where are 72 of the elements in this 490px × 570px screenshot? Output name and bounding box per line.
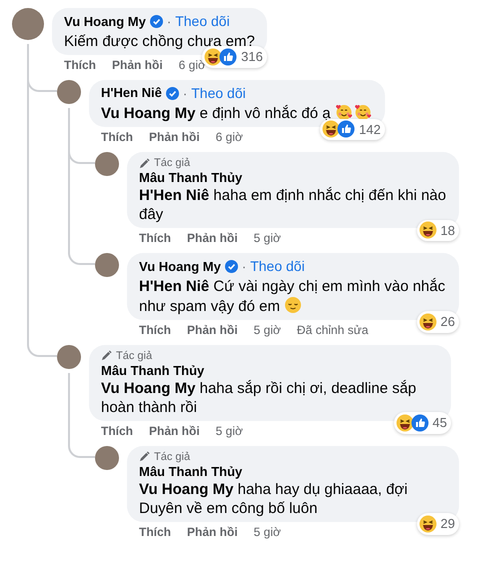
author-label: Tác giả [116,348,152,362]
timestamp[interactable]: 5 giờ [254,524,281,540]
timestamp[interactable]: 5 giờ [254,231,281,246]
action-link[interactable]: Thích [101,424,133,438]
action-link[interactable]: Thích [139,322,171,338]
author-name[interactable]: Vu Hoang My [64,14,146,30]
laughing-face-icon [418,221,437,240]
avatar[interactable] [57,344,81,368]
reaction-count: 142 [359,120,381,138]
author-name[interactable]: Mâu Thanh Thủy [101,362,204,378]
reaction-count: 18 [440,222,455,240]
reaction-summary[interactable]: 142 [320,118,385,140]
author-name[interactable]: Mâu Thanh Thủy [139,170,242,186]
follow-link[interactable]: Theo dõi [250,258,305,276]
smiling-face-with-hearts-icon [334,103,353,121]
laughing-face-icon [396,414,414,432]
mention-link[interactable]: Vu Hoang My [139,480,234,498]
thumbs-up-icon [410,414,429,432]
reaction-summary[interactable]: 29 [416,513,459,534]
avatar[interactable] [95,253,119,277]
pen-icon [139,451,150,462]
author-name[interactable]: H'Hen Niê [101,85,162,102]
reaction-summary[interactable]: 18 [416,220,459,241]
separator-dot: · [182,84,188,102]
separator-dot: · [166,13,172,31]
action-link[interactable]: Phản hồi [149,130,200,145]
author-name[interactable]: Vu Hoang My [139,258,221,275]
action-link[interactable]: Thích [139,231,171,246]
pen-icon [101,350,112,361]
thumbs-up-icon [219,48,238,66]
author-name[interactable]: Mâu Thanh Thủy [139,464,242,480]
mention-link[interactable]: Vu Hoang My [101,380,196,396]
separator-dot: · [242,258,246,276]
reaction-count: 316 [241,48,263,66]
action-link[interactable]: Thích [64,58,96,72]
reaction-summary[interactable]: 45 [394,412,451,434]
action-link[interactable]: Phản hồi [187,231,238,246]
follow-link[interactable]: Theo dõi [175,13,230,30]
laughing-face-icon [418,514,437,533]
action-link[interactable]: Phản hồi [112,58,163,72]
timestamp[interactable]: 5 giờ [216,424,243,438]
author-label: Tác giả [154,450,190,464]
laughing-face-icon [322,120,340,138]
action-link[interactable]: Phản hồi [149,424,200,438]
action-link[interactable]: Phản hồi [187,524,238,540]
reaction-count: 45 [432,414,447,432]
mention-link[interactable]: H'Hen Niê [139,187,210,204]
smiling-face-with-hearts-icon [354,103,372,121]
mention-link[interactable]: Vu Hoang My [101,105,196,122]
pen-icon [139,158,150,168]
reaction-count: 29 [440,515,455,533]
laughing-face-icon [204,48,222,66]
comment-text: Vu Hoang My haha hay dụ ghiaaaa, đợi Duyên về em công bố luôn [139,480,409,518]
timestamp[interactable]: 6 giờ [216,130,243,145]
action-link[interactable]: Thích [101,130,133,145]
author-label: Tác giả [154,156,190,170]
avatar[interactable] [12,8,44,40]
thumbs-up-icon [337,120,356,138]
action-link[interactable]: Thích [139,524,171,540]
reaction-summary[interactable]: 26 [416,311,459,332]
reaction-count: 26 [440,313,455,331]
avatar[interactable] [95,446,119,470]
relieved-face-icon [284,296,302,314]
follow-link[interactable]: Theo dõi [191,84,246,102]
avatar[interactable] [95,152,119,176]
thread-line [68,372,70,440]
mention-link[interactable]: H'Hen Niê [139,278,210,294]
laughing-face-icon [418,312,437,331]
edited-label: Đã chỉnh sửa [296,322,368,338]
avatar[interactable] [57,80,81,104]
timestamp[interactable]: 5 giờ [254,322,281,338]
action-link[interactable]: Phản hồi [187,322,238,338]
